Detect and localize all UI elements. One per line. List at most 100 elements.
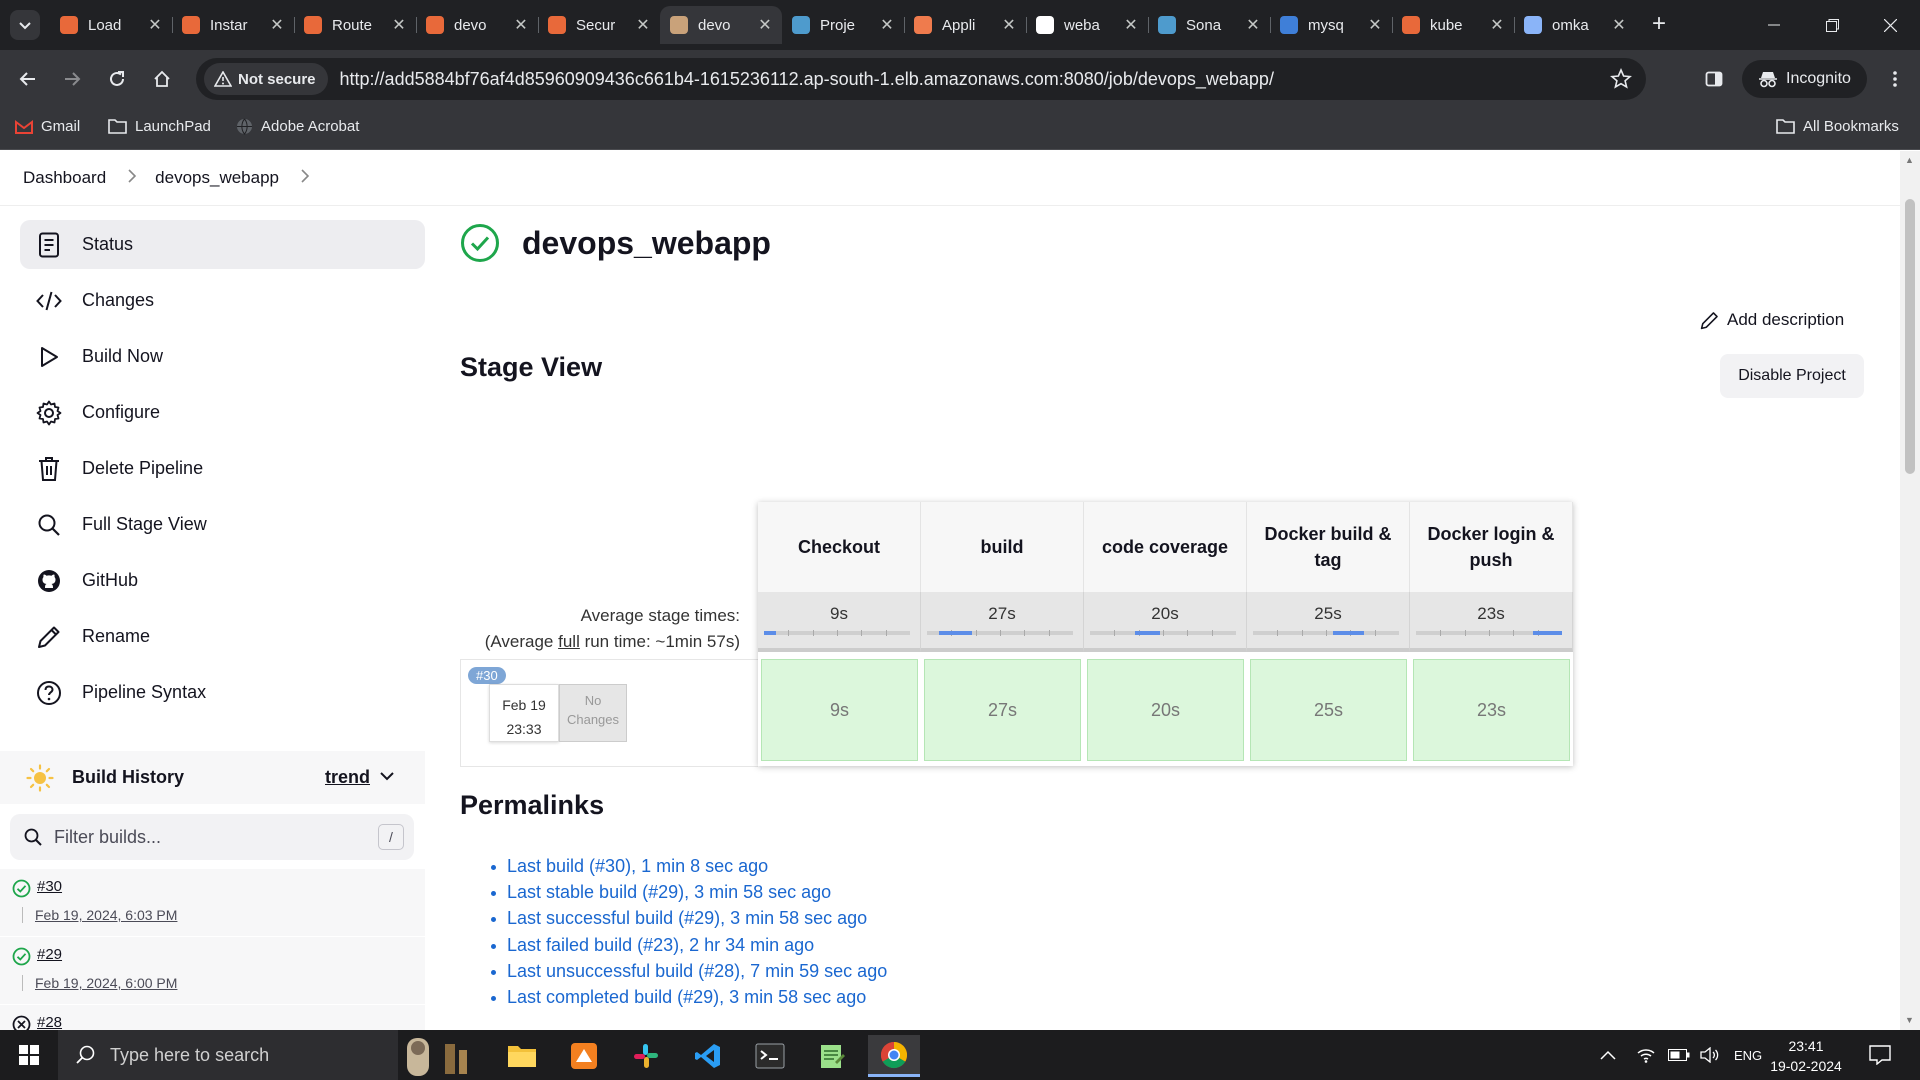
- close-tab-icon[interactable]: ✕: [1122, 15, 1140, 35]
- tab-search-button[interactable]: [10, 10, 40, 40]
- taskbar-notepad[interactable]: [806, 1035, 858, 1077]
- stage-result-cell[interactable]: 25s: [1250, 659, 1407, 761]
- taskbar-chrome[interactable]: [868, 1035, 920, 1077]
- close-tab-icon[interactable]: ✕: [1610, 15, 1628, 35]
- incognito-chip[interactable]: Incognito: [1742, 60, 1867, 98]
- language-indicator[interactable]: ENG: [1734, 1048, 1762, 1063]
- sidebar-item-pipeline-syntax[interactable]: Pipeline Syntax: [20, 668, 425, 717]
- new-tab-button[interactable]: +: [1652, 12, 1666, 36]
- browser-tab[interactable]: Load ✕: [50, 6, 172, 44]
- stage-result-cell[interactable]: 23s: [1413, 659, 1570, 761]
- browser-tab[interactable]: devo ✕: [660, 6, 782, 44]
- browser-tab[interactable]: Instar ✕: [172, 6, 294, 44]
- permalink[interactable]: Last build (#30), 1 min 8 sec ago: [490, 856, 887, 882]
- forward-button[interactable]: [57, 64, 87, 94]
- stage-result-cell[interactable]: 9s: [761, 659, 918, 761]
- sidebar-item-changes[interactable]: Changes: [20, 276, 425, 325]
- permalink[interactable]: Last successful build (#29), 3 min 58 se…: [490, 908, 887, 934]
- browser-tab[interactable]: Route ✕: [294, 6, 416, 44]
- browser-tab[interactable]: weba ✕: [1026, 6, 1148, 44]
- close-tab-icon[interactable]: ✕: [390, 15, 408, 35]
- stage-result-cell[interactable]: 27s: [924, 659, 1081, 761]
- build-number-link[interactable]: #30: [37, 878, 62, 895]
- notification-center-button[interactable]: [1855, 1034, 1905, 1076]
- browser-tab[interactable]: Proje ✕: [782, 6, 904, 44]
- close-tab-icon[interactable]: ✕: [268, 15, 286, 35]
- close-tab-icon[interactable]: ✕: [1244, 15, 1262, 35]
- sidebar-item-build-now[interactable]: Build Now: [20, 332, 425, 381]
- permalink[interactable]: Last failed build (#23), 2 hr 34 min ago: [490, 935, 887, 961]
- home-button[interactable]: [147, 64, 177, 94]
- battery-icon[interactable]: [1668, 1049, 1690, 1061]
- bookmark-gmail[interactable]: Gmail: [15, 118, 80, 135]
- page-scrollbar[interactable]: ▲ ▼: [1900, 151, 1920, 1030]
- scroll-thumb[interactable]: [1905, 199, 1915, 474]
- taskbar-app-orange[interactable]: [558, 1035, 610, 1077]
- browser-tab[interactable]: Sona ✕: [1148, 6, 1270, 44]
- sidebar-item-status[interactable]: Status: [20, 220, 425, 269]
- close-tab-icon[interactable]: ✕: [146, 15, 164, 35]
- permalink[interactable]: Last completed build (#29), 3 min 58 sec…: [490, 987, 887, 1013]
- start-button[interactable]: [0, 1030, 58, 1080]
- chevron-right-icon[interactable]: [301, 168, 310, 188]
- taskbar-clock[interactable]: 23:41 19-02-2024: [1760, 1036, 1852, 1076]
- permalink[interactable]: Last stable build (#29), 3 min 58 sec ag…: [490, 882, 887, 908]
- minimize-button[interactable]: [1745, 0, 1803, 50]
- browser-tab[interactable]: Secur ✕: [538, 6, 660, 44]
- bookmark-launchpad[interactable]: LaunchPad: [108, 118, 211, 135]
- browser-tab[interactable]: kube ✕: [1392, 6, 1514, 44]
- run-number-badge[interactable]: #30: [468, 667, 506, 684]
- search-highlight-image[interactable]: [396, 1035, 482, 1077]
- reload-button[interactable]: [102, 64, 132, 94]
- build-number-link[interactable]: #28: [37, 1014, 62, 1030]
- browser-tab[interactable]: mysq ✕: [1270, 6, 1392, 44]
- disable-project-button[interactable]: Disable Project: [1720, 354, 1864, 398]
- restore-button[interactable]: [1803, 0, 1861, 50]
- build-number-link[interactable]: #29: [37, 946, 62, 963]
- scroll-up-arrow-icon[interactable]: ▲: [1905, 155, 1914, 165]
- close-tab-icon[interactable]: ✕: [634, 15, 652, 35]
- browser-tab[interactable]: omka ✕: [1514, 6, 1636, 44]
- taskbar-terminal[interactable]: [744, 1035, 796, 1077]
- permalink[interactable]: Last unsuccessful build (#28), 7 min 59 …: [490, 961, 887, 987]
- side-panel-button[interactable]: [1699, 64, 1729, 94]
- url-text[interactable]: http://add5884bf76af4d85960909436c661b4-…: [340, 69, 1274, 90]
- taskbar-slack[interactable]: [620, 1035, 672, 1077]
- add-description-link[interactable]: Add description: [1700, 310, 1844, 330]
- taskbar-vscode[interactable]: [682, 1035, 734, 1077]
- run-changes[interactable]: No Changes: [559, 684, 627, 742]
- address-bar[interactable]: Not secure http://add5884bf76af4d8596090…: [196, 58, 1646, 100]
- back-button[interactable]: [13, 64, 43, 94]
- browser-menu-button[interactable]: [1880, 64, 1910, 94]
- all-bookmarks-button[interactable]: All Bookmarks: [1776, 118, 1899, 135]
- build-date-link[interactable]: Feb 19, 2024, 6:00 PM: [21, 975, 177, 991]
- chevron-down-icon[interactable]: [380, 769, 394, 783]
- sidebar-item-configure[interactable]: Configure: [20, 388, 425, 437]
- filter-builds-input[interactable]: Filter builds... /: [10, 814, 414, 860]
- browser-tab[interactable]: devo ✕: [416, 6, 538, 44]
- build-date-link[interactable]: Feb 19, 2024, 6:03 PM: [21, 907, 177, 923]
- sidebar-item-rename[interactable]: Rename: [20, 612, 425, 661]
- close-tab-icon[interactable]: ✕: [1000, 15, 1018, 35]
- star-icon[interactable]: [1610, 68, 1632, 90]
- full-run-link[interactable]: full: [558, 632, 580, 651]
- bookmark-adobe-acrobat[interactable]: Adobe Acrobat: [236, 118, 359, 135]
- breadcrumb-job[interactable]: devops_webapp: [155, 168, 279, 188]
- trend-link[interactable]: trend: [325, 767, 370, 788]
- close-window-button[interactable]: [1861, 0, 1919, 50]
- sidebar-item-full-stage-view[interactable]: Full Stage View: [20, 500, 425, 549]
- breadcrumb-dashboard[interactable]: Dashboard: [23, 168, 106, 188]
- close-tab-icon[interactable]: ✕: [878, 15, 896, 35]
- wifi-icon[interactable]: [1636, 1047, 1656, 1063]
- close-tab-icon[interactable]: ✕: [1488, 15, 1506, 35]
- scroll-down-arrow-icon[interactable]: ▼: [1905, 1015, 1914, 1025]
- site-security-chip[interactable]: Not secure: [204, 63, 328, 95]
- volume-icon[interactable]: [1700, 1047, 1720, 1063]
- taskbar-file-explorer[interactable]: [496, 1035, 548, 1077]
- chevron-right-icon[interactable]: [128, 168, 137, 188]
- close-tab-icon[interactable]: ✕: [1366, 15, 1384, 35]
- browser-tab[interactable]: Appli ✕: [904, 6, 1026, 44]
- taskbar-search-box[interactable]: Type here to search: [58, 1030, 398, 1080]
- sidebar-item-github[interactable]: GitHub: [20, 556, 425, 605]
- close-tab-icon[interactable]: ✕: [756, 15, 774, 35]
